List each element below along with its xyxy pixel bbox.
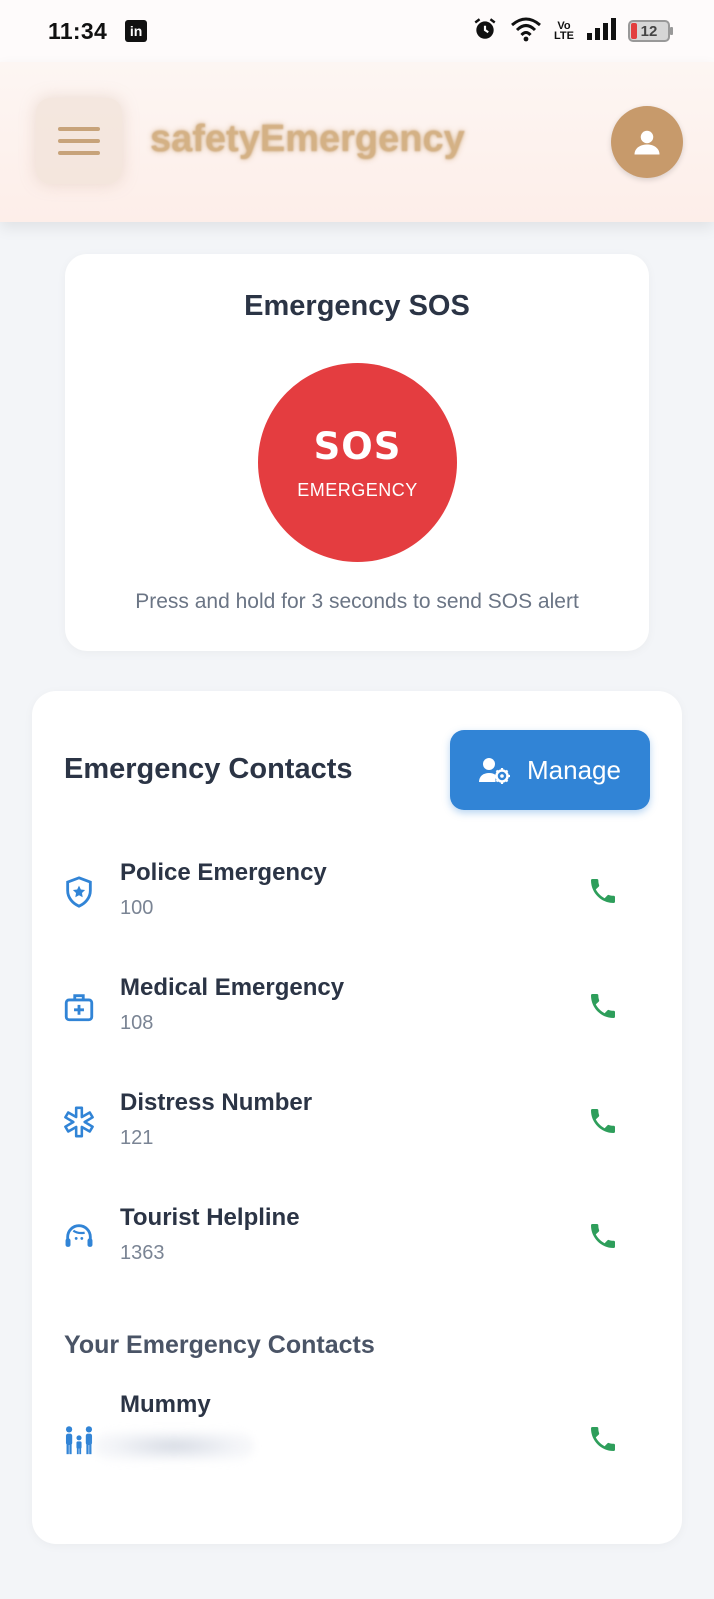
redacted-number [94, 1431, 254, 1461]
manage-users-icon [479, 758, 511, 784]
contact-name: Mummy [120, 1391, 211, 1418]
contact-number: 108 [120, 1012, 154, 1034]
hamburger-menu-icon [58, 127, 100, 131]
hamburger-line [58, 151, 100, 155]
user-avatar-icon [634, 130, 660, 155]
contact-name: Distress Number [120, 1089, 313, 1116]
personal-contact-row[interactable]: Mummy [32, 1387, 682, 1487]
sos-button[interactable]: SOS EMERGENCY [258, 363, 457, 562]
status-bar: 11:34 in Vo LTE 12 [0, 0, 714, 62]
phone-icon [591, 879, 615, 903]
contact-row[interactable]: Medical Emergency 108 [32, 954, 682, 1054]
status-time: 11:34 [48, 17, 108, 44]
linkedin-notification-icon: in [125, 20, 148, 42]
app-title: safetyEmergency [150, 118, 465, 160]
contact-number: 100 [120, 897, 154, 919]
menu-button[interactable] [36, 98, 122, 184]
medical-kit-icon [64, 994, 94, 1022]
manage-contacts-button[interactable]: Manage [450, 730, 650, 810]
profile-button[interactable] [611, 106, 683, 178]
family-icon [65, 1426, 93, 1455]
contacts-title: Emergency Contacts [64, 753, 353, 785]
phone-icon [591, 1109, 615, 1133]
call-button[interactable] [585, 988, 621, 1024]
call-button[interactable] [585, 1218, 621, 1254]
contact-row[interactable]: Distress Number 121 [32, 1069, 682, 1169]
asterisk-icon [64, 1106, 94, 1138]
sos-card: Emergency SOS SOS EMERGENCY Press and ho… [65, 254, 649, 651]
sos-title: Emergency SOS [244, 290, 470, 322]
contact-row[interactable]: Police Emergency 100 [32, 839, 682, 939]
emergency-contacts-card: Emergency Contacts Manage Police Emergen… [32, 691, 682, 1544]
contact-row[interactable]: Tourist Helpline 1363 [32, 1184, 682, 1284]
support-agent-icon [65, 1224, 93, 1247]
contact-name: Police Emergency [120, 859, 327, 886]
contact-name: Tourist Helpline [120, 1204, 300, 1231]
alarm-icon [472, 16, 498, 47]
app-header: safetyEmergency [0, 62, 714, 222]
call-button[interactable] [585, 873, 621, 909]
manage-label: Manage [527, 754, 621, 785]
battery-level [631, 23, 637, 39]
hamburger-line [58, 139, 100, 143]
phone-icon [591, 1224, 615, 1248]
contact-number: 1363 [120, 1242, 165, 1264]
contact-number: 121 [120, 1127, 154, 1149]
sos-hint: Press and hold for 3 seconds to send SOS… [135, 590, 579, 613]
your-contacts-title: Your Emergency Contacts [64, 1331, 375, 1359]
sos-button-label: SOS [313, 424, 402, 468]
phone-icon [591, 1427, 615, 1451]
police-shield-icon [66, 876, 92, 908]
volte-icon: Vo LTE [554, 20, 574, 42]
sos-button-sublabel: EMERGENCY [297, 479, 418, 500]
battery-percent: 12 [640, 22, 658, 40]
contact-name: Medical Emergency [120, 974, 345, 1001]
phone-icon [591, 994, 615, 1018]
call-button[interactable] [585, 1103, 621, 1139]
signal-icon [586, 17, 616, 46]
wifi-icon [510, 16, 542, 47]
battery-icon: 12 [628, 20, 673, 42]
call-button[interactable] [585, 1421, 621, 1457]
